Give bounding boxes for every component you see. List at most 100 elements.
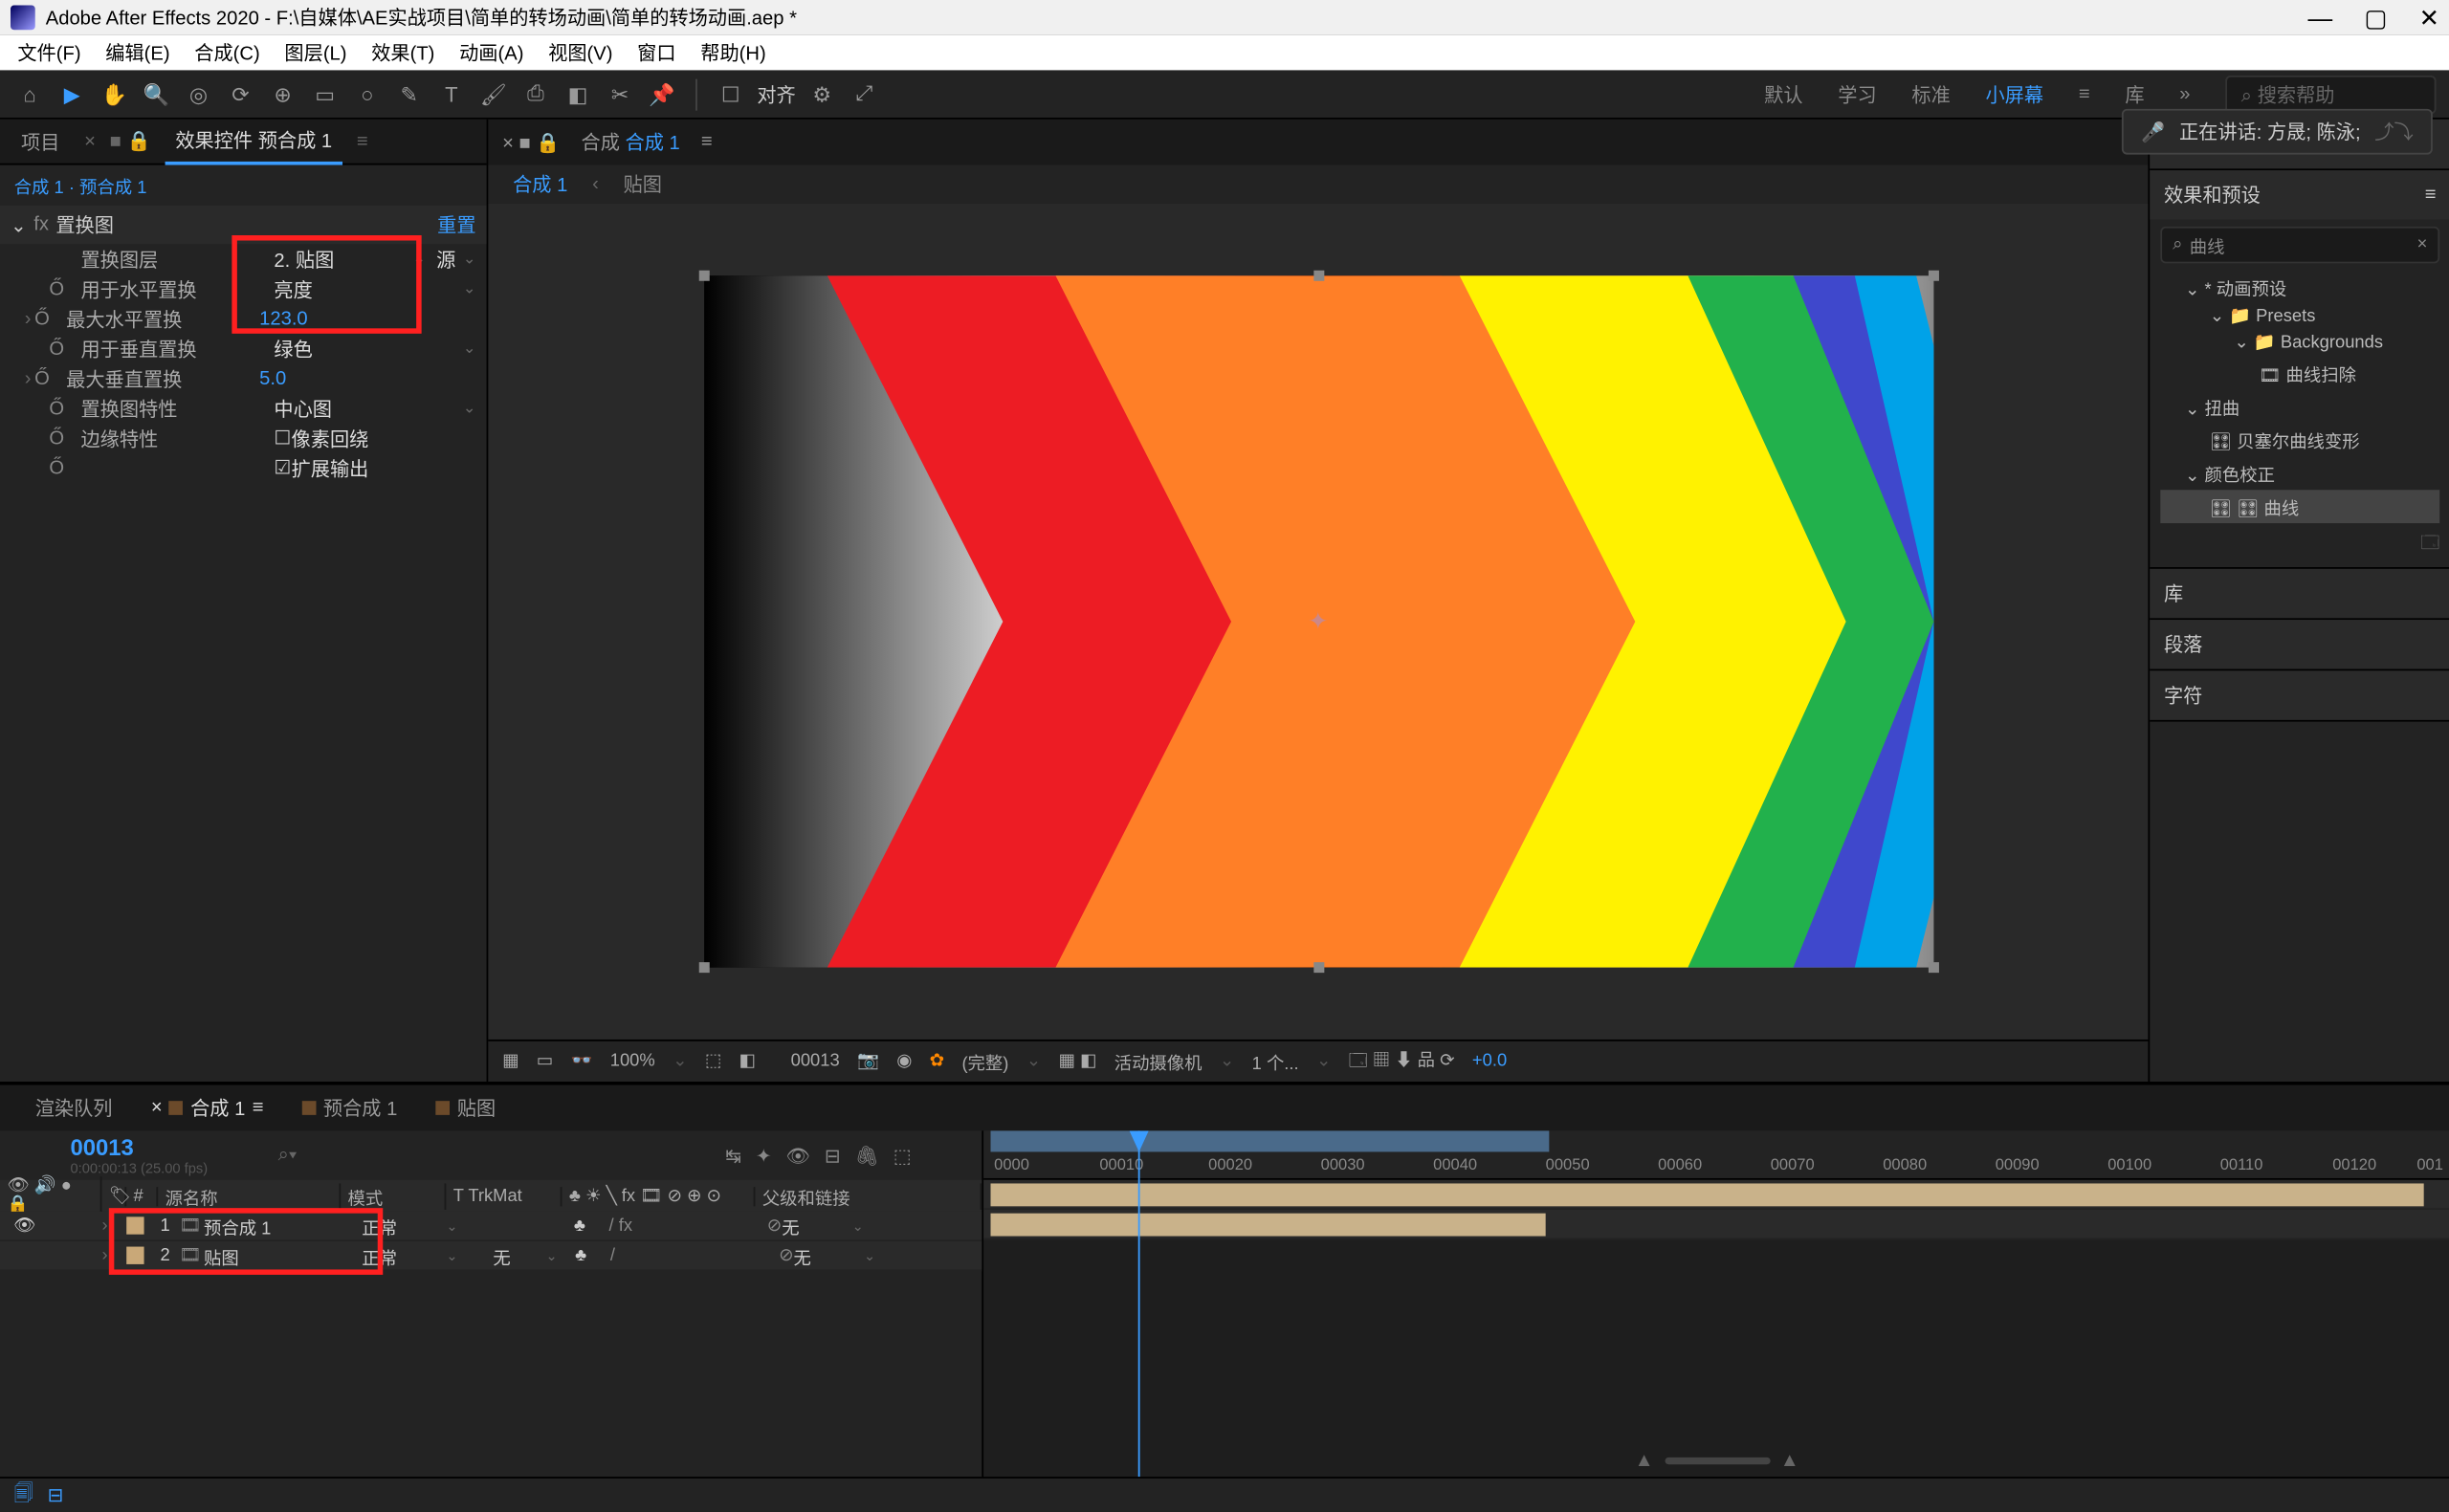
comp-tab[interactable]: 合成 1 — [626, 134, 680, 155]
effects-presets-header[interactable]: 效果和预设≡ — [2150, 170, 2449, 219]
workspace-menu-icon[interactable]: ≡ — [2079, 83, 2090, 104]
menu-help[interactable]: 帮助(H) — [700, 38, 765, 66]
tl-tool-icon[interactable]: 🖇 — [854, 1144, 879, 1167]
close-comp-tab-icon[interactable]: × ■ 🔒 — [502, 131, 560, 154]
tree-backgrounds[interactable]: ⌄ 📁 Backgrounds — [2160, 330, 2439, 357]
tab-comp1[interactable]: × 合成 1 ≡ — [141, 1086, 275, 1129]
close-button[interactable]: ✕ — [2419, 3, 2440, 33]
stopwatch-icon[interactable]: Ő — [34, 308, 55, 329]
footer-icon[interactable]: 🗔 ▦ ⬇ 品 ⟳ — [1349, 1044, 1455, 1078]
lock-icon[interactable]: ■ 🔒 — [110, 130, 151, 153]
menu-edit[interactable]: 编辑(E) — [105, 38, 169, 66]
visibility-icon[interactable]: 👁 — [0, 1216, 49, 1235]
stopwatch-icon[interactable]: Ő — [34, 368, 55, 389]
camera-icon[interactable]: 📷 — [857, 1052, 879, 1071]
tab-precomp1[interactable]: 预合成 1 — [292, 1086, 408, 1129]
clear-search-icon[interactable]: × — [2417, 235, 2428, 254]
comp-panel-menu-icon[interactable]: ≡ — [701, 132, 713, 153]
help-search-input[interactable]: ⌕ 搜索帮助 — [2225, 75, 2436, 113]
minimize-button[interactable]: — — [2308, 3, 2333, 33]
footer-icon[interactable]: ⬚ — [705, 1052, 721, 1071]
comp-crumb-1[interactable]: 合成 1 — [513, 170, 567, 198]
maximize-button[interactable]: ▢ — [2364, 3, 2387, 33]
tree-curve-sweep[interactable]: 🎞 曲线扫除 — [2160, 357, 2439, 390]
footer-icon[interactable]: 👓 — [571, 1052, 593, 1071]
roto-tool-icon[interactable]: ✂ — [605, 78, 636, 110]
tree-color-correct[interactable]: ⌄ 颜色校正 — [2160, 456, 2439, 490]
close-tab-icon[interactable]: × — [84, 131, 96, 152]
timeline-ruler[interactable]: 0000 00010 00020 00030 00040 00050 00060… — [983, 1130, 2449, 1179]
anchor-tool-icon[interactable]: ⊕ — [267, 78, 298, 110]
snapshot-icon[interactable]: ◉ — [896, 1052, 912, 1071]
layer-row-1[interactable]: 👁 › 1 🎞 预合成 1 正常⌄ ♣/ fx ⊘ 无⌄ — [0, 1212, 982, 1241]
tab-effect-controls[interactable]: 效果控件 预合成 1 — [165, 119, 342, 164]
menu-view[interactable]: 视图(V) — [548, 38, 612, 66]
tree-anim-presets[interactable]: ⌄ * 动画预设 — [2160, 271, 2439, 304]
tl-tool-icon[interactable]: 👁 — [785, 1144, 810, 1167]
workspace-learn[interactable]: 学习 — [1838, 80, 1876, 108]
eraser-tool-icon[interactable]: ◧ — [563, 78, 594, 110]
effects-panel-footer-icon[interactable]: 🗔 — [2160, 530, 2439, 559]
tl-tool-icon[interactable]: ✦ — [756, 1144, 772, 1167]
footer-icon[interactable]: ▦ — [502, 1052, 518, 1071]
library-panel-header[interactable]: 库 — [2150, 569, 2449, 618]
stopwatch-icon[interactable]: Ő — [49, 457, 70, 478]
footer-res[interactable]: (完整) — [961, 1048, 1008, 1075]
footer-icon[interactable]: ▭ — [537, 1052, 553, 1071]
puppet-tool-icon[interactable]: 📌 — [647, 78, 678, 110]
stamp-tool-icon[interactable]: ⎙ — [519, 78, 551, 110]
color-icon[interactable]: ✿ — [930, 1052, 944, 1071]
menu-window[interactable]: 窗口 — [637, 38, 675, 66]
library-label[interactable]: 库 — [2125, 80, 2144, 108]
paragraph-panel-header[interactable]: 段落 — [2150, 620, 2449, 668]
comp-viewer[interactable]: ✦ — [488, 204, 2148, 1040]
stopwatch-icon[interactable]: Ő — [49, 427, 70, 449]
brush-tool-icon[interactable]: 🖌 — [477, 78, 509, 110]
tl-tool-icon[interactable]: ⬚ — [894, 1144, 912, 1167]
tree-distort[interactable]: ⌄ 扭曲 — [2160, 390, 2439, 424]
zoom-value[interactable]: 100% — [610, 1052, 655, 1071]
expand-icon[interactable]: ⤢ — [849, 78, 880, 110]
footer-time[interactable]: 00013 — [791, 1052, 840, 1071]
tl-tool-icon[interactable]: ↹ — [725, 1144, 741, 1167]
timeline-search-icon[interactable]: ⌕▾ — [278, 1144, 298, 1167]
effect-breadcrumb[interactable]: 合成 1 · 预合成 1 — [0, 165, 487, 206]
workspace-small-screen[interactable]: 小屏幕 — [1986, 80, 2044, 108]
orbit-tool-icon[interactable]: ◎ — [183, 78, 214, 110]
notification-arrow-icon[interactable]: ⤴⤵ — [2374, 118, 2413, 145]
effects-search-input[interactable]: ⌕ 曲线 × — [2160, 227, 2439, 264]
footer-icon[interactable]: ◧ — [739, 1052, 756, 1071]
stopwatch-icon[interactable]: Ő — [49, 338, 70, 359]
zoom-in-icon[interactable]: ▲ — [1780, 1451, 1799, 1472]
tree-bezier[interactable]: 🎛 贝塞尔曲线变形 — [2160, 423, 2439, 456]
selection-tool-icon[interactable]: ▶ — [56, 78, 88, 110]
zoom-out-icon[interactable]: ▲ — [1635, 1451, 1654, 1472]
timeline-tracks[interactable]: 0000 00010 00020 00030 00040 00050 00060… — [983, 1130, 2449, 1477]
menu-file[interactable]: 文件(F) — [17, 38, 80, 66]
home-tool-icon[interactable]: ⌂ — [14, 78, 46, 110]
effect-reset[interactable]: 重置 — [437, 210, 475, 238]
pen-tool-icon[interactable]: ✎ — [393, 78, 425, 110]
stopwatch-icon[interactable]: Ő — [49, 398, 70, 419]
current-time[interactable]: 00013 — [70, 1134, 208, 1161]
tab-render-queue[interactable]: 渲染队列 — [25, 1086, 123, 1129]
more-icon[interactable]: » — [2179, 83, 2190, 104]
tl-tool-icon[interactable]: ⊟ — [825, 1144, 841, 1167]
snap-options-icon[interactable]: ⚙ — [806, 78, 838, 110]
toggle-switches-icon[interactable]: 🗐 — [14, 1479, 33, 1512]
character-panel-header[interactable]: 字符 — [2150, 670, 2449, 719]
footer-icon[interactable]: ▦ ◧ — [1059, 1052, 1097, 1071]
hand-tool-icon[interactable]: ✋ — [99, 78, 130, 110]
zoom-tool-icon[interactable]: 🔍 — [141, 78, 172, 110]
playhead[interactable] — [1138, 1130, 1140, 1477]
tab-texture[interactable]: 贴图 — [426, 1086, 506, 1129]
toggle-modes-icon[interactable]: ⊟ — [48, 1483, 64, 1506]
ellipse-tool-icon[interactable]: ○ — [351, 78, 383, 110]
snap-checkbox[interactable]: ☐ — [715, 78, 746, 110]
stopwatch-icon[interactable]: Ő — [49, 278, 70, 299]
layer-row-2[interactable]: › 2 🎞 贴图 正常⌄ 无⌄ ♣/ ⊘ 无⌄ — [0, 1241, 982, 1271]
footer-views[interactable]: 1 个... — [1252, 1048, 1299, 1075]
comp-crumb-2[interactable]: 贴图 — [624, 170, 662, 198]
rotate-tool-icon[interactable]: ⟳ — [225, 78, 256, 110]
workspace-standard[interactable]: 标准 — [1911, 80, 1950, 108]
